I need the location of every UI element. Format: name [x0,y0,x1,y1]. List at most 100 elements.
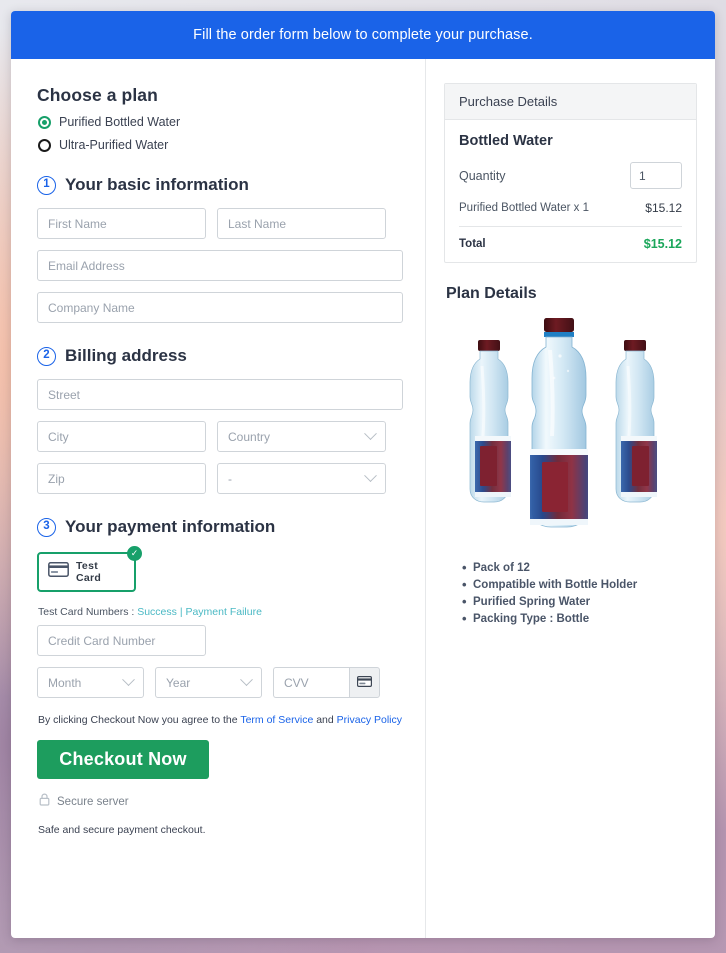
last-name-input[interactable]: Last Name [217,208,386,239]
check-circle-icon: ✓ [127,546,142,561]
company-placeholder: Company Name [48,300,135,315]
success-link[interactable]: Success [137,606,177,618]
radio-selected-icon[interactable] [38,115,51,129]
card-number-row: Credit Card Number [37,625,403,656]
plan-option-purified[interactable]: Purified Bottled Water [38,115,403,129]
plan-details-title: Plan Details [446,285,537,302]
purchase-details-body: Bottled Water Quantity Purified Bottled … [445,120,696,262]
cvv-input[interactable]: CVV [273,667,349,698]
water-bottles-illustration [469,318,657,528]
test-card-numbers-line: Test Card Numbers : Success | Payment Fa… [38,606,403,618]
chevron-down-icon [240,673,253,687]
test-card-label: Test Card [76,560,102,584]
secure-server-label: Secure server [57,796,129,808]
quantity-row: Quantity [459,162,682,189]
step-title: Your payment information [65,517,276,536]
test-card-tile-wrapper: Test Card ✓ [37,546,142,592]
checkout-now-button[interactable]: Checkout Now [37,740,209,779]
chevron-down-icon [122,673,135,687]
cvv-group: CVV [273,667,380,698]
radio-unselected-icon[interactable] [38,138,51,152]
month-select[interactable]: Month [37,667,144,698]
line-item-row: Purified Bottled Water x 1 $15.12 [459,201,682,226]
chevron-down-icon [364,427,377,441]
quantity-label: Quantity [459,168,506,183]
total-row: Total $15.12 [459,226,682,251]
agreement-prefix: By clicking Checkout Now you agree to th… [38,714,238,726]
line-item-label: Purified Bottled Water x 1 [459,202,589,214]
step-number-badge: 2 [37,346,56,366]
chevron-down-icon [364,469,377,483]
list-item: Pack of 12 [462,559,697,577]
street-placeholder: Street [48,387,81,402]
form-column: Choose a plan Purified Bottled Water Ult… [11,59,425,938]
lock-icon [39,793,50,811]
card-number-placeholder: Credit Card Number [48,633,156,648]
zip-placeholder: Zip [48,471,65,486]
product-name: Bottled Water [459,133,553,149]
plan-option-ultra[interactable]: Ultra-Purified Water [38,138,403,152]
year-select[interactable]: Year [155,667,262,698]
company-name-input[interactable]: Company Name [37,292,403,323]
page-root: Fill the order form below to complete yo… [0,0,726,953]
terms-of-service-link[interactable]: Term of Service [240,714,313,726]
cvv-placeholder: CVV [284,675,309,690]
city-placeholder: City [48,429,69,444]
country-placeholder: Country [228,429,271,444]
street-input[interactable]: Street [37,379,403,410]
total-amount: $15.12 [643,237,682,251]
company-row: Company Name [37,292,403,323]
email-row: Email Address [37,250,403,281]
step-number-badge: 3 [37,517,56,537]
zip-state-row: Zip - [37,463,403,494]
state-placeholder: - [228,471,232,486]
expiry-cvv-row: Month Year CVV [37,667,403,698]
step-title: Your basic information [65,175,249,194]
first-name-input[interactable]: First Name [37,208,206,239]
checkout-card: Fill the order form below to complete yo… [11,11,715,938]
name-row: First Name Last Name [37,208,403,239]
purchase-details-panel: Purchase Details Bottled Water Quantity … [444,83,697,263]
privacy-policy-link[interactable]: Privacy Policy [337,714,402,726]
credit-card-number-input[interactable]: Credit Card Number [37,625,206,656]
test-numbers-label: Test Card Numbers : [38,606,135,618]
step-header-billing: 2 Billing address [37,346,403,366]
street-row: Street [37,379,403,410]
line-item-amount: $15.12 [645,201,682,215]
safe-checkout-note: Safe and secure payment checkout. [38,824,206,836]
state-select[interactable]: - [217,463,386,494]
step-title: Billing address [65,346,187,365]
header-banner: Fill the order form below to complete yo… [11,11,715,59]
list-item: Purified Spring Water [462,593,697,611]
first-name-placeholder: First Name [48,216,107,231]
credit-card-icon [48,562,69,582]
quantity-input[interactable] [630,162,682,189]
payment-failure-link[interactable]: Payment Failure [185,606,261,618]
card-body: Choose a plan Purified Bottled Water Ult… [11,59,715,938]
month-placeholder: Month [48,675,82,690]
zip-input[interactable]: Zip [37,463,206,494]
total-label: Total [459,238,486,250]
list-item: Compatible with Bottle Holder [462,576,697,594]
step-number-badge: 1 [37,175,56,195]
choose-plan-heading: Choose a plan [37,85,158,105]
link-separator: | [179,606,183,618]
purchase-details-title: Purchase Details [445,84,696,120]
email-placeholder: Email Address [48,258,125,273]
plan-option-label: Purified Bottled Water [59,115,181,129]
test-card-tile[interactable]: Test Card [37,552,136,592]
city-country-row: City Country [37,421,403,452]
email-input[interactable]: Email Address [37,250,403,281]
last-name-placeholder: Last Name [228,216,287,231]
city-input[interactable]: City [37,421,206,452]
step-header-payment: 3 Your payment information [37,517,403,537]
country-select[interactable]: Country [217,421,386,452]
banner-text: Fill the order form below to complete yo… [193,27,533,43]
step-header-basic: 1 Your basic information [37,175,403,195]
plan-option-label: Ultra-Purified Water [59,138,169,152]
agreement-conjunction: and [316,714,334,726]
card-back-icon [357,674,373,692]
product-image [444,313,697,548]
summary-column: Purchase Details Bottled Water Quantity … [425,59,715,938]
cvv-help-button[interactable] [349,667,380,698]
